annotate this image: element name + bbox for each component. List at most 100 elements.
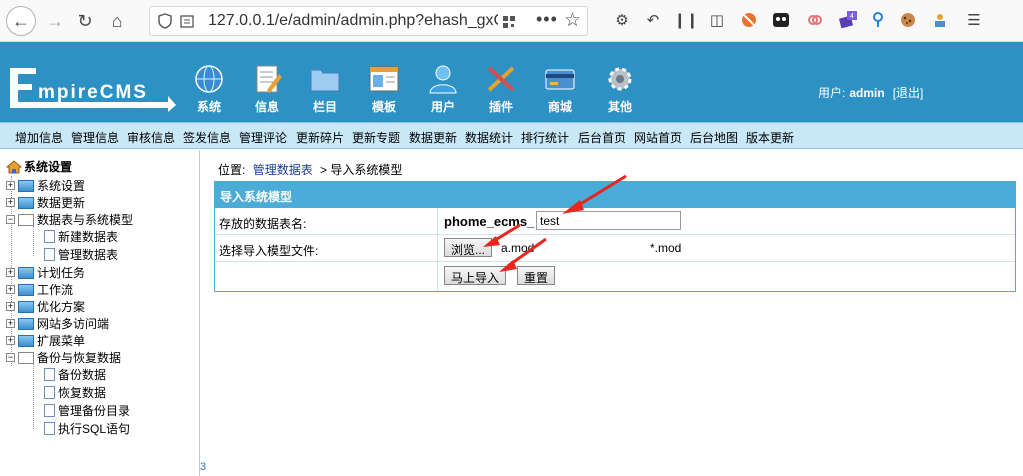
sidebar-item-workflow[interactable]: + 工作流 (6, 281, 73, 298)
sidebar-item-run-sql[interactable]: 执行SQL语句 (44, 420, 130, 437)
pin-icon[interactable] (868, 10, 888, 30)
menu-icon[interactable]: ☰ (964, 10, 984, 30)
sidebar-item-label: 工作流 (37, 283, 74, 297)
subnav-item[interactable]: 后台首页 (578, 129, 626, 146)
menu-label: 插件 (488, 100, 513, 114)
expand-icon[interactable]: + (6, 268, 15, 277)
extension-icon[interactable] (771, 10, 791, 30)
sidebar-item-label: 执行SQL语句 (58, 422, 131, 436)
subnav-item[interactable]: 后台地图 (690, 129, 738, 146)
subnav-item[interactable]: 管理评论 (239, 129, 287, 146)
breadcrumb-label: 位置: (218, 163, 246, 177)
menu-plugin[interactable]: 插件 (476, 64, 526, 118)
sidebar-item-label: 备份与恢复数据 (37, 351, 122, 365)
subnav-item[interactable]: 版本更新 (746, 129, 794, 146)
sidebar-root-label: 系统设置 (24, 160, 73, 174)
menu-other[interactable]: 其他 (595, 64, 645, 118)
collapse-icon[interactable]: − (6, 353, 15, 362)
menu-system[interactable]: 系统 (184, 64, 234, 118)
sidebar-icon[interactable]: ◫ (707, 10, 727, 30)
sidebar-item-extension-menu[interactable]: + 扩展菜单 (6, 332, 85, 349)
cookie-icon[interactable] (898, 10, 918, 30)
menu-user[interactable]: 用户 (418, 64, 468, 118)
subnav-item[interactable]: 审核信息 (127, 129, 175, 146)
document-icon (44, 404, 55, 417)
undo-icon[interactable]: ↶ (643, 10, 663, 30)
user-extension-icon[interactable] (930, 10, 950, 30)
shield-icon (158, 13, 172, 29)
subnav-item[interactable]: 更新专题 (352, 129, 400, 146)
sidebar-item-label: 网站多访问端 (37, 317, 110, 331)
reload-icon[interactable]: ↻ (70, 6, 100, 36)
menu-info[interactable]: 信息 (242, 64, 292, 118)
sidebar-item-system-settings[interactable]: + 系统设置 (6, 177, 85, 194)
collapse-icon[interactable]: − (6, 215, 15, 224)
subnav-item[interactable]: 数据统计 (465, 129, 513, 146)
expand-icon[interactable]: + (6, 181, 15, 190)
sidebar-item-backup-dirs[interactable]: 管理备份目录 (44, 402, 130, 419)
sidebar-item-label: 新建数据表 (58, 230, 119, 244)
globe-icon (195, 65, 223, 93)
sub-navigation: 增加信息 管理信息 审核信息 签发信息 管理评论 更新碎片 更新专题 数据更新 … (0, 122, 1023, 149)
qr-code-icon[interactable] (502, 15, 516, 29)
subnav-item[interactable]: 管理信息 (71, 129, 119, 146)
menu-template[interactable]: 模板 (359, 64, 409, 118)
svg-text:4: 4 (850, 13, 854, 20)
credit-card-icon (545, 69, 575, 90)
blocker-extension-icon[interactable] (739, 10, 759, 30)
breadcrumb-link[interactable]: 管理数据表 (253, 163, 313, 177)
logout-link[interactable]: [退出] (893, 86, 924, 100)
sidebar-item-new-table[interactable]: 新建数据表 (44, 228, 118, 245)
sidebar-item-label: 计划任务 (37, 266, 86, 280)
forward-icon[interactable]: → (40, 6, 70, 36)
expand-icon[interactable]: + (6, 302, 15, 311)
sidebar-item-label: 数据表与系统模型 (37, 213, 134, 227)
subnav-item[interactable]: 签发信息 (183, 129, 231, 146)
library-icon[interactable]: ❙❙ (673, 10, 698, 30)
link-extension-icon[interactable] (805, 10, 825, 30)
subnav-item[interactable]: 网站首页 (634, 129, 682, 146)
sidebar-item-label: 优化方案 (37, 300, 86, 314)
menu-column[interactable]: 栏目 (300, 64, 350, 118)
sidebar-item-manage-tables[interactable]: 管理数据表 (44, 246, 118, 263)
back-icon[interactable]: ← (6, 6, 36, 36)
sidebar-item-backup-data[interactable]: 备份数据 (44, 366, 106, 383)
gear-icon (608, 67, 632, 91)
sidebar-item-scheduled-tasks[interactable]: + 计划任务 (6, 264, 85, 281)
sidebar-item-data-update[interactable]: + 数据更新 (6, 194, 85, 211)
expand-icon[interactable]: + (6, 198, 15, 207)
sidebar-item-label: 管理备份目录 (58, 404, 131, 418)
sidebar-item-optimization[interactable]: + 优化方案 (6, 298, 85, 315)
sidebar-tree: 系统设置 + 系统设置 + 数据更新 − 数据表与系统模型 新建数据表 管理数据表 +… (0, 150, 200, 476)
settings-gear-icon[interactable]: ⚙ (612, 10, 632, 30)
expand-icon[interactable]: + (6, 319, 15, 328)
extension-badge-icon[interactable]: 4 (838, 10, 858, 30)
subnav-item[interactable]: 排行统计 (521, 129, 569, 146)
bookmark-star-icon[interactable]: ☆ (564, 9, 581, 32)
menu-label: 栏目 (312, 100, 337, 114)
subnav-item[interactable]: 更新碎片 (296, 129, 344, 146)
home-icon (6, 159, 22, 173)
sidebar-item-backup-restore[interactable]: − 备份与恢复数据 (6, 349, 121, 366)
folder-icon (18, 300, 34, 313)
page-info-icon[interactable] (180, 14, 194, 28)
user-info: 用户: admin [退出] (818, 84, 923, 101)
url-bar[interactable]: 127.0.0.1/e/admin/admin.php?ehash_gxCQc … (149, 6, 588, 36)
folder-icon (310, 69, 340, 92)
expand-icon[interactable]: + (6, 336, 15, 345)
home-icon[interactable]: ⌂ (102, 6, 132, 36)
sidebar-item-tables-models[interactable]: − 数据表与系统模型 (6, 211, 133, 228)
sidebar-item-multi-access[interactable]: + 网站多访问端 (6, 315, 109, 332)
sidebar-root[interactable]: 系统设置 (6, 158, 72, 175)
document-icon (44, 368, 55, 381)
logo-text: mpireCMS (38, 82, 148, 103)
url-text[interactable]: 127.0.0.1/e/admin/admin.php?ehash_gxCQc (208, 12, 498, 30)
folder-icon (18, 317, 34, 330)
table-name-label: 存放的数据表名: (219, 217, 307, 231)
subnav-item[interactable]: 数据更新 (409, 129, 457, 146)
page-actions-icon[interactable]: ••• (536, 9, 558, 30)
menu-shop[interactable]: 商城 (535, 64, 585, 118)
subnav-item[interactable]: 增加信息 (15, 129, 63, 146)
sidebar-item-restore-data[interactable]: 恢复数据 (44, 384, 106, 401)
expand-icon[interactable]: + (6, 285, 15, 294)
